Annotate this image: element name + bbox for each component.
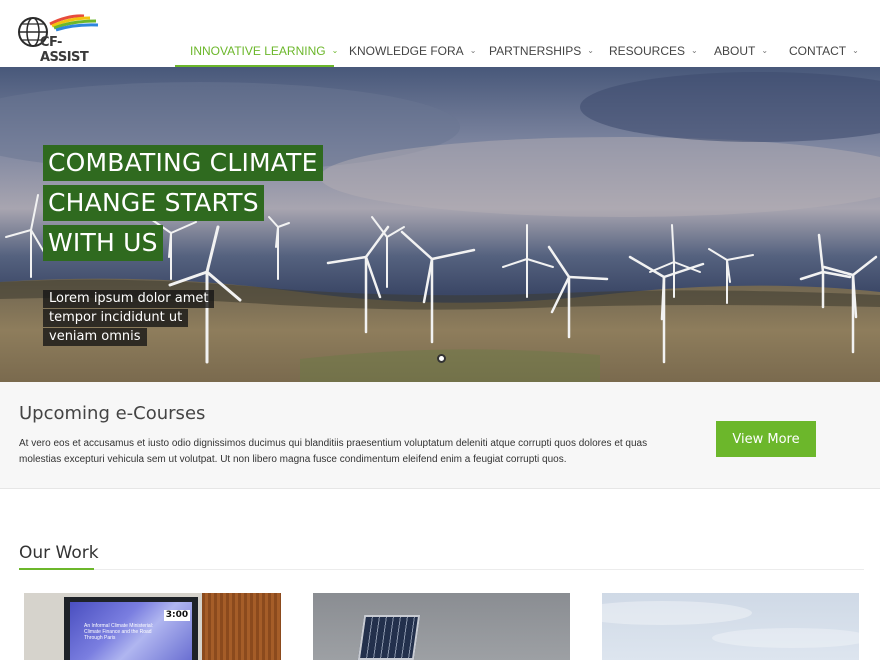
- chevron-down-icon: ⌄: [761, 46, 769, 55]
- chevron-down-icon: ⌄: [587, 46, 594, 55]
- solar-panel-image: [357, 615, 421, 660]
- timer-display: 3:00: [164, 610, 190, 621]
- upcoming-courses-section: Upcoming e-Courses At vero eos et accusa…: [0, 382, 880, 489]
- nav-item-contact[interactable]: CONTACT ⌄: [774, 34, 859, 67]
- hero-subtitle-line: veniam omnis: [43, 328, 147, 346]
- nav-item-partnerships[interactable]: PARTNERSHIPS ⌄: [474, 34, 594, 67]
- divider: [19, 569, 864, 570]
- view-more-button[interactable]: View More: [716, 421, 816, 457]
- hero-subtitle-line: tempor incididunt ut: [43, 309, 189, 327]
- main-nav: INNOVATIVE LEARNING ⌄ KNOWLEDGE FORA ⌄ P…: [175, 34, 859, 67]
- nav-label: KNOWLEDGE FORA: [349, 44, 464, 58]
- hero-subtitle: Lorem ipsum dolor amet tempor incididunt…: [43, 289, 215, 346]
- work-card[interactable]: [313, 593, 570, 660]
- logo-text: CF-ASSIST: [40, 35, 89, 65]
- site-header: CF-ASSIST INNOVATIVE LEARNING ⌄ KNOWLEDG…: [0, 0, 880, 67]
- section-title: Upcoming e-Courses: [19, 403, 206, 424]
- hero-slider[interactable]: COMBATING CLIMATE CHANGE STARTS WITH US …: [0, 67, 880, 382]
- hero-subtitle-line: Lorem ipsum dolor amet: [43, 290, 215, 308]
- sky-image: [602, 601, 859, 648]
- wood-panel-image: [202, 593, 281, 660]
- chevron-down-icon: ⌄: [852, 46, 859, 55]
- nav-label: RESOURCES: [609, 44, 686, 58]
- site-logo[interactable]: CF-ASSIST: [18, 12, 102, 65]
- slider-dot[interactable]: [437, 354, 446, 363]
- chevron-down-icon: ⌄: [691, 46, 698, 55]
- nav-label: INNOVATIVE LEARNING: [190, 44, 326, 58]
- nav-item-innovative-learning[interactable]: INNOVATIVE LEARNING ⌄: [175, 34, 338, 67]
- section-title: Our Work: [19, 543, 99, 563]
- nav-item-resources[interactable]: RESOURCES ⌄: [594, 34, 699, 67]
- nav-item-knowledge-fora[interactable]: KNOWLEDGE FORA ⌄: [334, 34, 476, 67]
- nav-item-about[interactable]: ABOUT ⌄: [699, 34, 774, 67]
- hero-title-line: CHANGE STARTS: [43, 185, 264, 221]
- nav-label: CONTACT: [789, 44, 847, 58]
- nav-label: PARTNERSHIPS: [489, 44, 582, 58]
- title-underline: [19, 568, 94, 570]
- section-description: At vero eos et accusamus et iusto odio d…: [19, 438, 648, 465]
- work-card[interactable]: [602, 593, 859, 660]
- work-card[interactable]: 3:00 An Informal Climate Ministerial: Cl…: [24, 593, 281, 660]
- nav-label: ABOUT: [714, 44, 756, 58]
- hero-title: COMBATING CLIMATE CHANGE STARTS WITH US: [43, 145, 323, 265]
- screen-caption: An Informal Climate Ministerial: Climate…: [84, 623, 154, 641]
- hero-title-line: COMBATING CLIMATE: [43, 145, 323, 181]
- hero-title-line: WITH US: [43, 225, 163, 261]
